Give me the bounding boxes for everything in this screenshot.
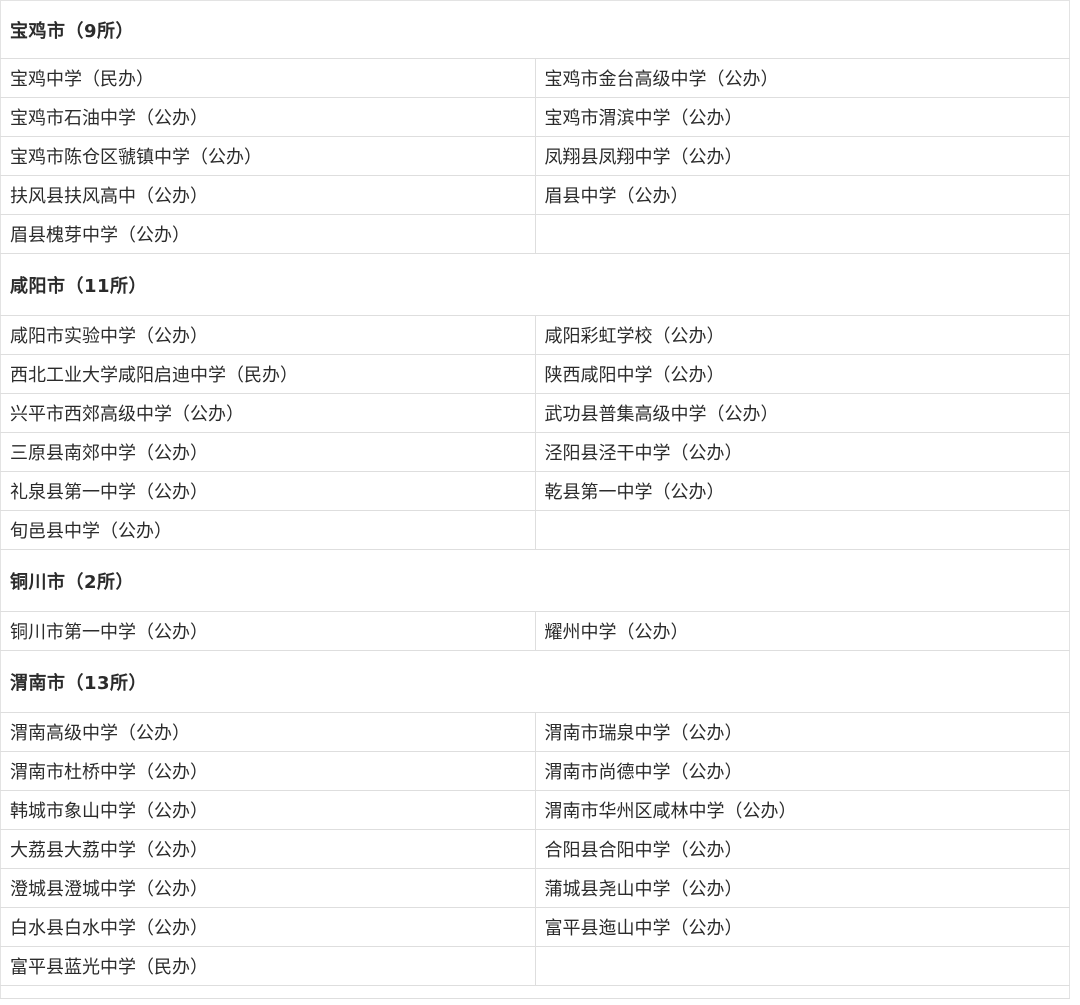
table-row: 富平县蓝光中学（民办）	[0, 946, 1070, 986]
school-cell: 旬邑县中学（公办）	[0, 510, 536, 550]
school-cell: 白水县白水中学（公办）	[0, 907, 536, 947]
school-cell: 陕西咸阳中学（公办）	[535, 354, 1070, 394]
school-cell: 泾阳县泾干中学（公办）	[535, 432, 1070, 472]
school-cell: 礼泉县第一中学（公办）	[0, 471, 536, 511]
section-heading-row: 宝鸡市（9所）	[0, 0, 1070, 59]
school-cell: 大荔县大荔中学（公办）	[0, 829, 536, 869]
section-heading-row: 渭南市（13所）	[0, 650, 1070, 713]
school-cell: 咸阳市实验中学（公办）	[0, 315, 536, 355]
table-row: 韩城市象山中学（公办） 渭南市华州区咸林中学（公办）	[0, 790, 1070, 830]
school-cell: 西北工业大学咸阳启迪中学（民办）	[0, 354, 536, 394]
school-cell: 韩城市象山中学（公办）	[0, 790, 536, 830]
school-cell: 宝鸡市金台高级中学（公办）	[535, 58, 1070, 98]
empty-cell	[0, 985, 1070, 999]
school-list-table: 宝鸡市（9所） 宝鸡中学（民办） 宝鸡市金台高级中学（公办） 宝鸡市石油中学（公…	[0, 0, 1070, 999]
table-row: 宝鸡市石油中学（公办） 宝鸡市渭滨中学（公办）	[0, 97, 1070, 137]
table-row: 渭南市杜桥中学（公办） 渭南市尚德中学（公办）	[0, 751, 1070, 791]
section-heading: 宝鸡市（9所）	[0, 0, 1070, 59]
section-heading-row: 铜川市（2所）	[0, 549, 1070, 612]
section-heading-row: 咸阳市（11所）	[0, 253, 1070, 316]
table-row: 咸阳市实验中学（公办） 咸阳彩虹学校（公办）	[0, 315, 1070, 355]
table-row-partial	[0, 985, 1070, 999]
table-row: 兴平市西郊高级中学（公办） 武功县普集高级中学（公办）	[0, 393, 1070, 433]
empty-cell	[535, 510, 1070, 550]
table-row: 宝鸡中学（民办） 宝鸡市金台高级中学（公办）	[0, 58, 1070, 98]
table-row: 礼泉县第一中学（公办） 乾县第一中学（公办）	[0, 471, 1070, 511]
school-cell: 扶风县扶风高中（公办）	[0, 175, 536, 215]
section-heading: 咸阳市（11所）	[0, 253, 1070, 316]
school-cell: 兴平市西郊高级中学（公办）	[0, 393, 536, 433]
school-cell: 眉县中学（公办）	[535, 175, 1070, 215]
table-row: 西北工业大学咸阳启迪中学（民办） 陕西咸阳中学（公办）	[0, 354, 1070, 394]
table-row: 铜川市第一中学（公办） 耀州中学（公办）	[0, 611, 1070, 651]
school-cell: 渭南高级中学（公办）	[0, 712, 536, 752]
school-cell: 宝鸡市陈仓区虢镇中学（公办）	[0, 136, 536, 176]
empty-cell	[535, 214, 1070, 254]
table-row: 澄城县澄城中学（公办） 蒲城县尧山中学（公办）	[0, 868, 1070, 908]
school-cell: 宝鸡市渭滨中学（公办）	[535, 97, 1070, 137]
table-row: 宝鸡市陈仓区虢镇中学（公办） 凤翔县凤翔中学（公办）	[0, 136, 1070, 176]
empty-cell	[535, 946, 1070, 986]
school-cell: 三原县南郊中学（公办）	[0, 432, 536, 472]
school-cell: 富平县迤山中学（公办）	[535, 907, 1070, 947]
school-cell: 宝鸡市石油中学（公办）	[0, 97, 536, 137]
school-cell: 渭南市瑞泉中学（公办）	[535, 712, 1070, 752]
table-row: 三原县南郊中学（公办） 泾阳县泾干中学（公办）	[0, 432, 1070, 472]
school-cell: 耀州中学（公办）	[535, 611, 1070, 651]
table-row: 旬邑县中学（公办）	[0, 510, 1070, 550]
school-cell: 凤翔县凤翔中学（公办）	[535, 136, 1070, 176]
school-cell: 渭南市杜桥中学（公办）	[0, 751, 536, 791]
table-row: 白水县白水中学（公办） 富平县迤山中学（公办）	[0, 907, 1070, 947]
school-cell: 武功县普集高级中学（公办）	[535, 393, 1070, 433]
table-row: 扶风县扶风高中（公办） 眉县中学（公办）	[0, 175, 1070, 215]
school-cell: 蒲城县尧山中学（公办）	[535, 868, 1070, 908]
section-heading: 铜川市（2所）	[0, 549, 1070, 612]
school-cell: 富平县蓝光中学（民办）	[0, 946, 536, 986]
school-cell: 合阳县合阳中学（公办）	[535, 829, 1070, 869]
table-row: 渭南高级中学（公办） 渭南市瑞泉中学（公办）	[0, 712, 1070, 752]
table-row: 眉县槐芽中学（公办）	[0, 214, 1070, 254]
school-cell: 渭南市尚德中学（公办）	[535, 751, 1070, 791]
school-cell: 铜川市第一中学（公办）	[0, 611, 536, 651]
table-row: 大荔县大荔中学（公办） 合阳县合阳中学（公办）	[0, 829, 1070, 869]
school-cell: 咸阳彩虹学校（公办）	[535, 315, 1070, 355]
section-heading: 渭南市（13所）	[0, 650, 1070, 713]
school-cell: 宝鸡中学（民办）	[0, 58, 536, 98]
school-cell: 乾县第一中学（公办）	[535, 471, 1070, 511]
school-cell: 眉县槐芽中学（公办）	[0, 214, 536, 254]
school-cell: 渭南市华州区咸林中学（公办）	[535, 790, 1070, 830]
school-cell: 澄城县澄城中学（公办）	[0, 868, 536, 908]
